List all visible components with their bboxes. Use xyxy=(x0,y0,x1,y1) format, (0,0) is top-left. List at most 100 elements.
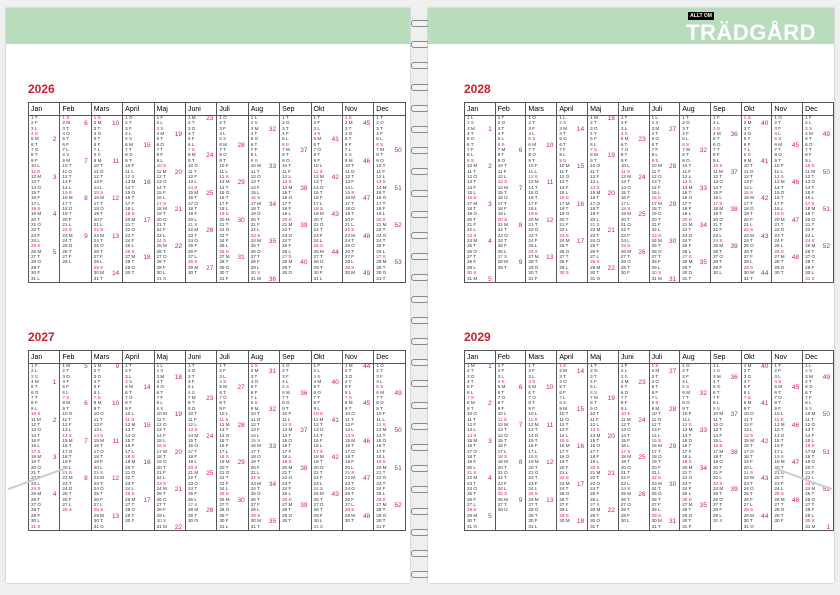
calendar-day: 30 T xyxy=(282,518,292,524)
month-column: 1 T2 O3 T4 F5 L6 S7 M 23 8 T9 O 10 T 11 F 12 … xyxy=(184,363,218,531)
month-column: 1 M 23 2 T3 O4 T5 F6 L7 S8 M 24 9 T 10 O 11 T1… xyxy=(184,115,218,283)
month-column: 1 T2 O3 T4 F5 L6 S7 M 32 8 T9 O 10 T 11 F 12 … xyxy=(679,115,711,283)
week-number: 4 xyxy=(52,491,57,499)
calendar-day: 31 T xyxy=(250,523,260,529)
month-column: 1 L2 S3 M 27 4 T5 O6 T7 F8 L9 S 10 M 28 11 T1… xyxy=(648,115,681,283)
month-column: 1 T2 F3 L4 S5 M 45 6 T7 O8 T9 F 10 L 11 S 12 … xyxy=(771,363,804,531)
month-column: 1 L2 S3 M 18 4 T5 O6 T7 F8 L9 S 10 M 19 11 T1… xyxy=(153,363,186,531)
calendar-day: 31 T xyxy=(682,275,692,281)
week-number: 36 xyxy=(730,373,738,381)
month-column: 1 M 44 2 T3 O4 T5 F6 L7 S8 M 45 9 T 10 O 11 T1… xyxy=(341,363,375,531)
week-number: 12 xyxy=(111,195,120,203)
month-column: 1 T2 F3 L4 S5 M 41 6 T7 O8 T9 F 10 L 11 S 12 … xyxy=(310,115,343,283)
year-calendar-2026: Jan Feb Mars April Maj Juni Juli Aug Sep Okt Nov De… xyxy=(27,102,406,283)
month-column: 1 O2 T3 F4 L5 S6 M 15 7 T8 O9 T 10 F 11 L 12 … xyxy=(122,115,155,283)
month-header: Okt xyxy=(740,350,773,364)
week-number: 14 xyxy=(143,384,151,392)
calendar-day: 30 T xyxy=(125,270,135,276)
header-band xyxy=(6,8,410,44)
week-number: 27 xyxy=(669,368,677,376)
week-number: 20 xyxy=(174,448,182,456)
month-column: 1 L2 S3 M14 T5 O6 T7 F8 L9 S 10 M 2 11 T 12 … xyxy=(464,115,496,283)
week-number: 50 xyxy=(822,411,830,419)
week-number: 8 xyxy=(84,195,88,203)
month-header: Juli xyxy=(216,350,249,364)
week-number: 37 xyxy=(730,411,738,419)
week-number: 51 xyxy=(394,184,402,192)
week-number: 14 xyxy=(111,270,120,278)
week-number: 41 xyxy=(331,136,339,144)
week-number: 9 xyxy=(84,232,88,240)
year-title: 2029 xyxy=(464,330,491,344)
spiral-ring xyxy=(411,338,429,345)
week-number: 1 xyxy=(52,379,57,387)
week-number: 22 xyxy=(174,243,182,251)
year-block-2026: 2026 Jan Feb Mars April Maj Juni Juli Aug Sep Okt… xyxy=(27,82,406,283)
week-number: 1 xyxy=(488,125,492,133)
week-number: 26 xyxy=(206,227,214,235)
month-header: Dec xyxy=(802,102,834,116)
week-number: 2 xyxy=(52,136,57,144)
week-number: 11 xyxy=(546,421,554,429)
calendar-day: 31 S xyxy=(805,275,815,281)
week-number: 40 xyxy=(331,379,339,387)
calendar-day: 31 T xyxy=(590,523,600,529)
calendar-day: 31 T xyxy=(743,275,753,281)
week-number: 2 xyxy=(488,400,492,408)
calendar-day: 31 L xyxy=(528,523,538,529)
week-number: 38 xyxy=(300,464,308,472)
week-number: 32 xyxy=(268,125,277,133)
month-column: 1 O2 T3 F4 L5 S6 M 10 7 T8 O9 T 10 F 11 L 12 … xyxy=(525,115,558,283)
week-number: 28 xyxy=(669,405,677,413)
week-number: 44 xyxy=(761,512,769,520)
calendar-day: 30 O xyxy=(282,270,293,276)
month-header: Nov xyxy=(771,350,804,364)
week-number: 50 xyxy=(822,168,830,176)
week-number: 14 xyxy=(576,368,585,376)
month-header: Okt xyxy=(740,102,773,116)
month-header: Juni xyxy=(184,102,218,116)
week-number: 17 xyxy=(576,238,585,246)
spiral-ring xyxy=(411,316,429,324)
week-number: 49 xyxy=(394,389,402,397)
month-header: Feb xyxy=(59,350,92,364)
week-number: 5 xyxy=(488,512,492,520)
brand-logo: ALLT OM TRÄDGÅRD xyxy=(686,12,816,46)
week-number: 8 xyxy=(518,222,523,229)
week-number: 13 xyxy=(111,512,120,520)
week-number: 52 xyxy=(822,243,830,251)
week-number: 29 xyxy=(669,200,677,208)
week-number: 13 xyxy=(546,254,554,262)
year-block-2028: 2028 Jan Feb Mars April Maj Juni Juli Aug Sep Okt… xyxy=(464,82,834,283)
week-number: 19 xyxy=(174,131,182,139)
week-number: 42 xyxy=(761,195,769,203)
week-number: 1 xyxy=(826,523,830,531)
week-number: 5 xyxy=(488,275,492,283)
week-number: 3 xyxy=(52,453,57,461)
month-column: 1 M 18 2 T3 O4 T5 F6 L7 S8 M 19 9 T 10 O 11 T1… xyxy=(587,115,619,283)
calendar-day: 31 L xyxy=(31,275,40,281)
week-number: 6 xyxy=(518,384,523,392)
spiral-binding xyxy=(410,8,429,583)
week-number: 48 xyxy=(363,512,371,520)
week-number: 46 xyxy=(791,179,800,187)
week-number: 19 xyxy=(607,152,615,160)
month-column: 1 O2 T3 F4 L5 S6 M 28 7 T8 O9 T 10 F 11 L 12 … xyxy=(216,115,249,283)
week-number: 39 xyxy=(730,243,738,251)
month-column: 1 L2 S3 M 49 4 T5 O6 T7 F8 L9 S 10 M 50 11 T1… xyxy=(802,363,834,531)
calendar-day: 31 T xyxy=(93,275,103,281)
month-column: 1 T2 F3 L4 S5 M 23 6 T7 O8 T9 F 10 L 11 S 12 … xyxy=(617,115,650,283)
week-number: 3 xyxy=(52,173,57,181)
week-number: 48 xyxy=(791,496,800,504)
month-column: 1 T2 O3 T4 F5 L6 S7 M 37 8 T9 O 10 T 11 F 12 … xyxy=(279,115,312,283)
week-number: 33 xyxy=(699,184,707,192)
week-number: 33 xyxy=(268,163,277,171)
calendar-day: 31 M xyxy=(467,275,478,281)
week-number: 25 xyxy=(638,211,646,219)
week-number: 10 xyxy=(546,141,554,149)
month-header: Dec xyxy=(373,350,406,364)
week-number: 43 xyxy=(331,491,339,499)
week-number: 31 xyxy=(669,518,677,526)
month-column: 1 O2 T3 F4 L5 S6 M 49 7 T8 O9 T 10 F 11 L 12 … xyxy=(373,363,406,531)
week-number: 36 xyxy=(268,275,277,283)
